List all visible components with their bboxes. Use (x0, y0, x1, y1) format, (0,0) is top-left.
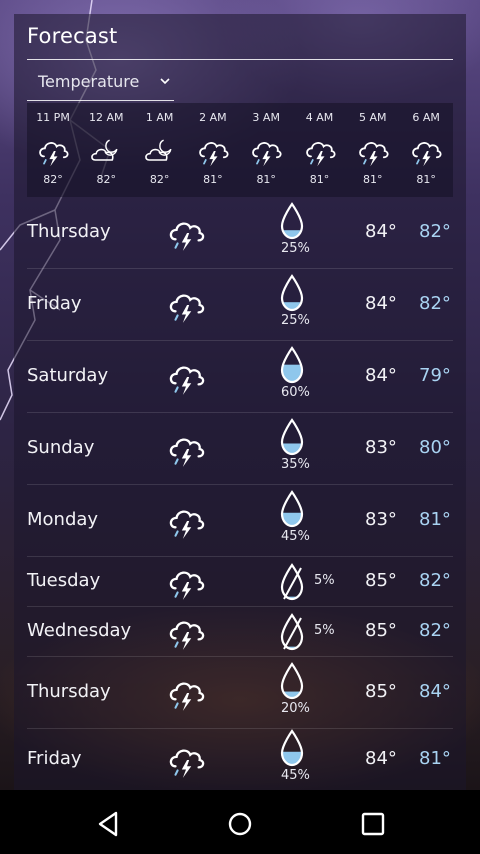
precip-drop-icon (279, 273, 305, 317)
precip-drop-icon (279, 612, 305, 656)
precip-drop-icon (279, 345, 305, 389)
day-label: Friday (27, 747, 82, 769)
day-label: Thursday (27, 221, 111, 242)
high-temp: 85° (365, 681, 397, 702)
low-temp: 81° (419, 747, 451, 769)
thunderstorm-icon (195, 133, 231, 173)
forecast-row[interactable]: Friday 25% 84° 82° (27, 269, 453, 341)
chevron-down-icon (160, 78, 170, 85)
low-temp: 82° (419, 620, 451, 641)
day-label: Friday (27, 293, 82, 314)
recents-icon[interactable] (355, 806, 391, 842)
metric-dropdown-label: Temperature (38, 72, 140, 91)
precip-percent: 5% (314, 573, 335, 588)
thunderstorm-icon (165, 611, 207, 657)
precip-percent: 20% (281, 701, 310, 716)
low-temp: 82° (419, 293, 451, 314)
precip-drop-icon (279, 417, 305, 461)
precip-drop-icon (279, 489, 305, 533)
thunderstorm-icon (165, 428, 207, 474)
thunderstorm-icon (408, 133, 444, 173)
system-nav-bar (0, 790, 480, 854)
high-temp: 83° (365, 437, 397, 458)
hour-time: 4 AM (305, 111, 334, 124)
precip-percent: 35% (281, 457, 310, 472)
high-temp: 85° (365, 620, 397, 641)
forecast-row[interactable]: Wednesday 5% 85° 82° (27, 607, 453, 657)
hour-temp: 81° (203, 173, 223, 186)
thunderstorm-icon (302, 133, 338, 173)
precip-drop-icon (279, 562, 305, 606)
precip-percent: 25% (281, 241, 310, 256)
day-label: Sunday (27, 437, 95, 458)
precip-percent: 5% (314, 623, 335, 638)
hour-temp: 81° (363, 173, 383, 186)
thunderstorm-icon (165, 500, 207, 546)
precip-drop-icon (279, 201, 305, 245)
precip-percent: 60% (281, 385, 310, 400)
hour-time: 11 PM (36, 111, 70, 124)
precip-percent: 45% (281, 767, 310, 783)
hour-temp: 82° (96, 173, 117, 186)
hour-temp: 82° (149, 173, 170, 186)
high-temp: 84° (365, 293, 397, 314)
hour-time: 5 AM (359, 111, 387, 124)
page-title: Forecast (27, 24, 118, 48)
precip-drop-icon (279, 728, 305, 772)
thunderstorm-icon (165, 212, 207, 258)
day-label: Tuesday (27, 570, 101, 591)
hour-temp: 82° (43, 173, 63, 186)
high-temp: 84° (365, 221, 397, 242)
hour-time: 2 AM (199, 111, 227, 124)
hour-time: 3 AM (252, 111, 280, 124)
thunderstorm-icon (248, 133, 284, 173)
back-icon[interactable] (90, 806, 126, 842)
low-temp: 81° (419, 509, 451, 530)
title-divider (27, 59, 453, 60)
thunderstorm-icon (165, 739, 207, 785)
hour-temp: 81° (309, 173, 330, 186)
low-temp: 82° (419, 221, 451, 242)
partly-cloudy-night-icon (88, 133, 124, 173)
forecast-row[interactable]: Tuesday 5% 85° 82° (27, 557, 453, 607)
hour-temp: 81° (256, 173, 276, 186)
thunderstorm-icon (355, 133, 391, 173)
precip-percent: 45% (281, 529, 310, 544)
day-label: Wednesday (27, 620, 132, 641)
forecast-row[interactable]: Sunday 35% 83° 80° (27, 413, 453, 485)
high-temp: 83° (365, 509, 397, 530)
thunderstorm-icon (165, 284, 207, 330)
thunderstorm-icon (165, 356, 207, 402)
hourly-strip[interactable]: 11 PM 82° 12 AM 82° 1 AM 82° 2 AM 81° 3 AM 81° 4 A… (27, 103, 453, 197)
forecast-row[interactable]: Friday 45% 84° 81° (27, 728, 453, 790)
thunderstorm-icon (35, 133, 71, 173)
forecast-row[interactable]: Monday 45% 83° 81° (27, 485, 453, 557)
day-label: Monday (27, 509, 99, 530)
low-temp: 79° (419, 365, 451, 386)
hour-time: 1 AM (145, 111, 174, 124)
low-temp: 82° (419, 570, 451, 591)
day-label: Thursday (27, 681, 111, 702)
hour-time: 6 AM (412, 111, 440, 124)
metric-dropdown[interactable]: Temperature (27, 66, 174, 101)
precip-percent: 25% (281, 313, 310, 328)
thunderstorm-icon (165, 672, 207, 718)
forecast-row[interactable]: Saturday 60% 84° 79° (27, 341, 453, 413)
day-label: Saturday (27, 365, 109, 386)
forecast-row[interactable]: Thursday 20% 85° 84° (27, 657, 453, 729)
thunderstorm-icon (165, 561, 207, 607)
high-temp: 84° (365, 747, 397, 769)
low-temp: 80° (419, 437, 451, 458)
home-icon[interactable] (222, 806, 258, 842)
partly-cloudy-night-icon (142, 133, 178, 173)
high-temp: 85° (365, 570, 397, 591)
hour-time: 12 AM (89, 111, 124, 124)
low-temp: 84° (419, 681, 451, 702)
high-temp: 84° (365, 365, 397, 386)
precip-drop-icon (279, 661, 305, 705)
forecast-row[interactable]: Thursday 25% 84° 82° (27, 197, 453, 269)
hour-temp: 81° (416, 173, 436, 186)
